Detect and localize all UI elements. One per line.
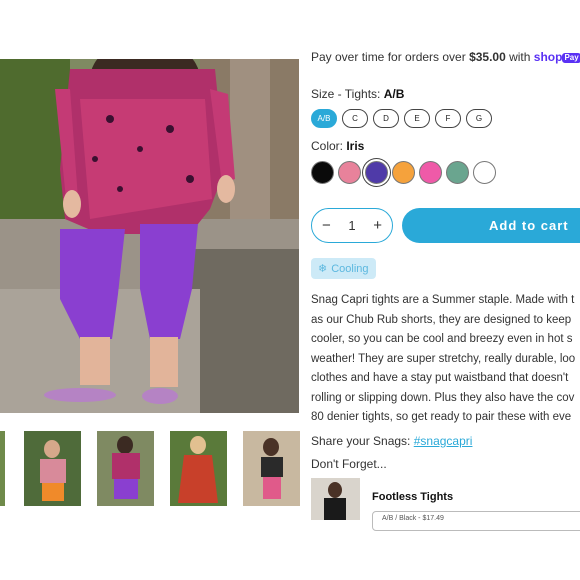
shop-pay-logo[interactable]: shop bbox=[534, 50, 563, 64]
upsell-product-image[interactable] bbox=[311, 478, 360, 520]
thumbnail-0[interactable] bbox=[0, 431, 5, 506]
size-label-text: Size - Tights: bbox=[311, 87, 384, 101]
shop-pay-badge: Pay bbox=[562, 53, 580, 63]
snowflake-icon: ❄ bbox=[318, 263, 328, 275]
size-option-e[interactable]: E bbox=[404, 109, 430, 128]
quantity-decrease-button[interactable]: − bbox=[322, 218, 331, 233]
installment-text: Pay over time for orders over bbox=[311, 50, 470, 64]
thumbnail-4[interactable] bbox=[243, 431, 300, 506]
thumbnail-strip bbox=[0, 430, 300, 508]
size-option-d[interactable]: D bbox=[373, 109, 399, 128]
share-line: Share your Snags: #snagcapri bbox=[311, 434, 472, 448]
color-swatch-2[interactable] bbox=[365, 161, 388, 184]
quantity-stepper: − 1 + bbox=[311, 208, 393, 243]
add-to-cart-button[interactable]: Add to cart bbox=[402, 208, 580, 243]
color-swatch-4[interactable] bbox=[419, 161, 442, 184]
color-selected-value: Iris bbox=[346, 139, 365, 153]
size-options: A/B C D E F G bbox=[311, 109, 492, 128]
description-line: Snag Capri tights are a Summer staple. M… bbox=[311, 294, 575, 306]
thumbnail-2[interactable] bbox=[97, 431, 154, 506]
color-swatch-0[interactable] bbox=[311, 161, 334, 184]
size-option-f[interactable]: F bbox=[435, 109, 461, 128]
dont-forget-heading: Don't Forget... bbox=[311, 457, 387, 471]
upsell-variant-select[interactable]: A/B / Black - $17.49 bbox=[372, 511, 580, 531]
description-line: clothes and have a stay put waistband th… bbox=[311, 372, 569, 384]
color-swatches bbox=[311, 161, 496, 184]
description-line: cooler, so you can be cool and breezy ev… bbox=[311, 333, 573, 345]
description-line: rolling or slipping down. Plus they also… bbox=[311, 391, 575, 404]
color-swatch-1[interactable] bbox=[338, 161, 361, 184]
hashtag-link[interactable]: #snagcapri bbox=[414, 434, 473, 448]
color-swatch-3[interactable] bbox=[392, 161, 415, 184]
description-line: 80 denier tights, so get ready to pair t… bbox=[311, 411, 572, 423]
size-label: Size - Tights: A/B bbox=[311, 87, 404, 101]
product-info-panel: Pay over time for orders over $35.00 wit… bbox=[311, 0, 580, 580]
size-option-g[interactable]: G bbox=[466, 109, 492, 128]
quantity-increase-button[interactable]: + bbox=[373, 218, 382, 233]
color-swatch-5[interactable] bbox=[446, 161, 469, 184]
size-option-c[interactable]: C bbox=[342, 109, 368, 128]
quantity-value[interactable]: 1 bbox=[348, 218, 355, 233]
size-selected-value: A/B bbox=[383, 87, 405, 101]
thumbnail-3[interactable] bbox=[170, 431, 227, 506]
color-label: Color: Iris bbox=[311, 139, 364, 153]
model-photo-icon bbox=[0, 59, 299, 413]
installment-amount: $35.00 bbox=[469, 50, 506, 64]
product-main-image[interactable] bbox=[0, 59, 299, 413]
installment-with: with bbox=[505, 50, 534, 64]
cooling-badge-label: Cooling bbox=[331, 262, 369, 275]
product-description: Snag Capri tights are a Summer staple. M… bbox=[311, 291, 580, 428]
installment-message: Pay over time for orders over $35.00 wit… bbox=[311, 50, 580, 64]
description-line: as our Chub Rub shorts, they are designe… bbox=[311, 313, 572, 326]
share-label: Share your Snags: bbox=[311, 434, 414, 448]
color-swatch-6[interactable] bbox=[473, 161, 496, 184]
thumbnail-1[interactable] bbox=[24, 431, 81, 506]
size-option-ab[interactable]: A/B bbox=[311, 109, 337, 128]
upsell-product-title[interactable]: Footless Tights bbox=[372, 491, 453, 503]
color-label-text: Color: bbox=[311, 139, 347, 153]
description-line: weather! They are super stretchy, really… bbox=[311, 352, 576, 365]
cooling-badge: ❄ Cooling bbox=[311, 258, 376, 279]
